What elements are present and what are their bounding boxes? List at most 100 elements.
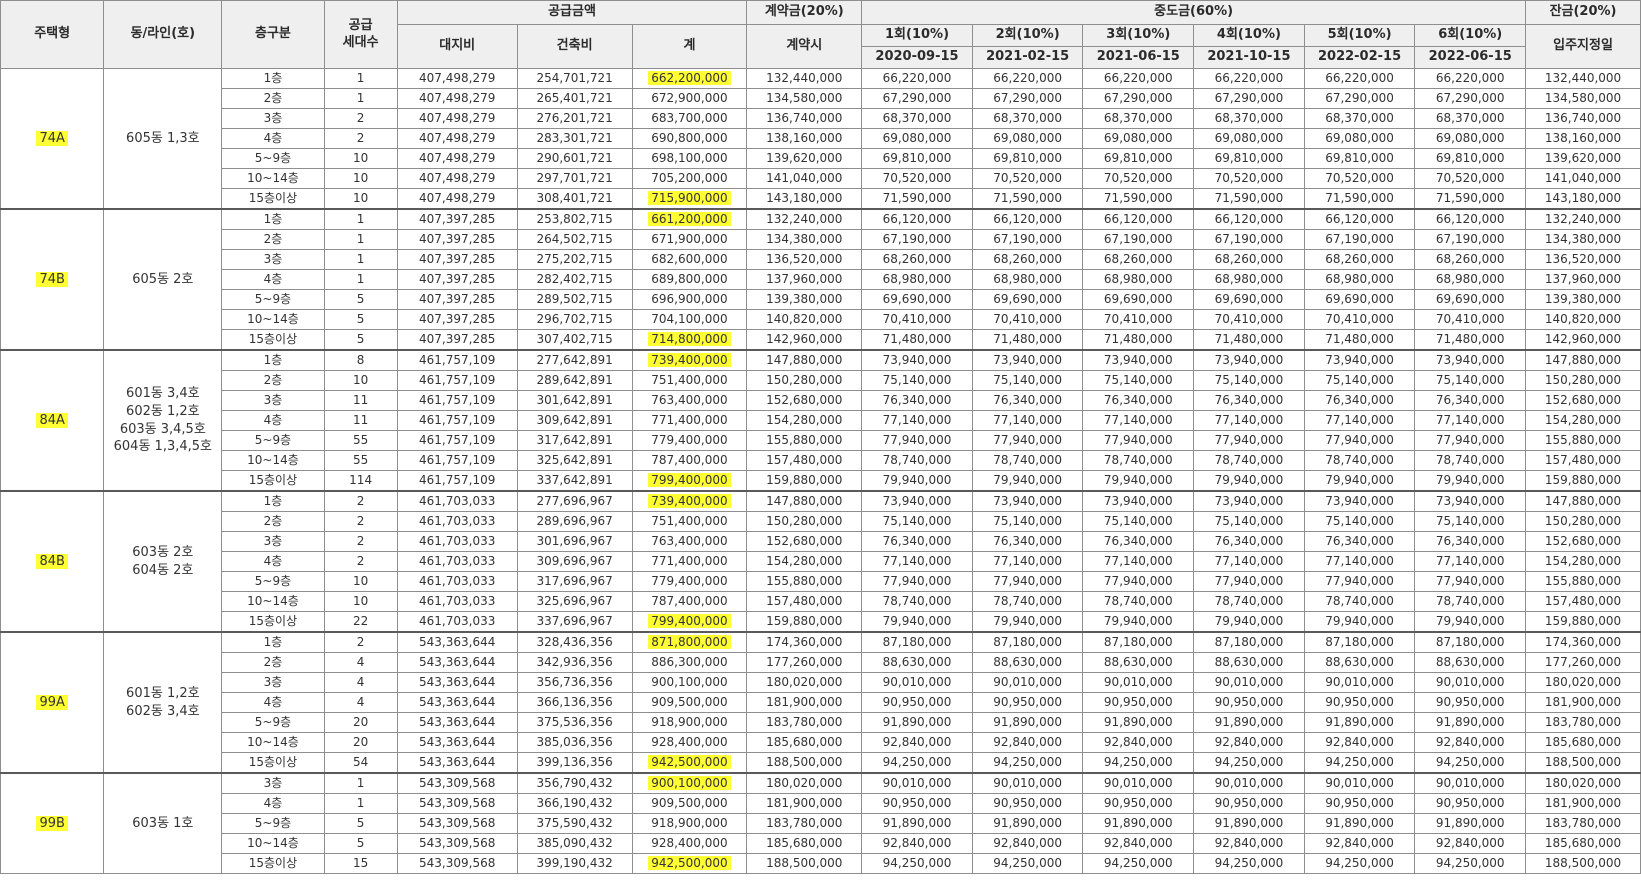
deposit-cell: 136,740,000 — [746, 108, 863, 129]
mid-payment-cell: 76,340,000 — [1082, 390, 1195, 411]
mid-payment-cell: 90,010,000 — [971, 672, 1084, 693]
floor-cell: 15층이상 — [221, 188, 325, 210]
mid-payment-cell: 90,950,000 — [1193, 692, 1305, 713]
total-price-cell: 886,300,000 — [631, 652, 748, 673]
land-cost-cell: 461,757,109 — [396, 470, 518, 492]
mid-payment-cell: 77,940,000 — [1082, 430, 1195, 451]
mid-payment-cell: 66,120,000 — [1082, 208, 1195, 230]
table-row: 10~14층 20 543,363,644 385,036,356 928,400,00… — [1, 732, 1641, 753]
total-price-value: 871,800,000 — [648, 635, 731, 649]
housing-type-label: 74B — [36, 271, 68, 287]
table-row: 15층이상 10 407,498,279 308,401,721 715,900,000… — [1, 188, 1641, 210]
floor-cell: 1층 — [221, 208, 325, 230]
total-price-value: 696,900,000 — [651, 292, 728, 306]
land-cost-cell: 543,363,644 — [396, 652, 518, 673]
header-balance: 잔금(20%) — [1525, 0, 1641, 25]
balance-cell: 159,880,000 — [1525, 611, 1641, 633]
deposit-cell: 136,520,000 — [746, 249, 863, 270]
total-price-cell: 779,400,000 — [631, 430, 748, 451]
total-price-cell: 683,700,000 — [631, 108, 748, 129]
mid-payment-cell: 67,290,000 — [1082, 88, 1195, 109]
dong-line-cell: 601동 3,4호 602동 1,2호 603동 3,4,5호 604동 1,3… — [103, 349, 223, 492]
units-cell: 10 — [323, 168, 398, 189]
mid-payment-cell: 88,630,000 — [1414, 652, 1527, 673]
mid-payment-cell: 66,220,000 — [1193, 68, 1305, 89]
table-row: 3층 4 543,363,644 356,736,356 900,100,000 180,… — [1, 672, 1641, 693]
land-cost-cell: 407,498,279 — [396, 108, 518, 129]
table-row: 4층 1 543,309,568 366,190,432 909,500,000 181,… — [1, 793, 1641, 814]
total-price-value: 918,900,000 — [651, 816, 728, 830]
mid-payment-cell: 69,080,000 — [861, 128, 973, 149]
total-price-value: 771,400,000 — [651, 554, 728, 568]
floor-cell: 4층 — [221, 551, 325, 572]
deposit-cell: 132,240,000 — [746, 208, 863, 230]
mid-payment-cell: 91,890,000 — [1082, 813, 1195, 834]
mid-payment-cell: 77,940,000 — [971, 430, 1084, 451]
mid-payment-cell: 73,940,000 — [1303, 349, 1416, 371]
balance-cell: 136,740,000 — [1525, 108, 1641, 129]
total-price-cell: 682,600,000 — [631, 249, 748, 270]
total-price-value: 705,200,000 — [651, 171, 728, 185]
mid-payment-cell: 90,010,000 — [1193, 672, 1305, 693]
total-price-cell: 918,900,000 — [631, 712, 748, 733]
build-cost-cell: 356,790,432 — [516, 772, 633, 794]
mid-payment-cell: 87,180,000 — [1193, 631, 1305, 653]
total-price-value: 682,600,000 — [651, 252, 728, 266]
units-cell: 1 — [323, 269, 398, 290]
deposit-cell: 183,780,000 — [746, 813, 863, 834]
mid-payment-cell: 94,250,000 — [861, 752, 973, 774]
land-cost-cell: 461,757,109 — [396, 370, 518, 391]
mid-payment-cell: 90,950,000 — [971, 793, 1084, 814]
mid-payment-cell: 77,940,000 — [1414, 571, 1527, 592]
units-cell: 1 — [323, 68, 398, 89]
mid-payment-cell: 69,080,000 — [1303, 128, 1416, 149]
mid-payment-cell: 67,290,000 — [861, 88, 973, 109]
header-supply: 공급금액 — [396, 0, 748, 25]
balance-cell: 150,280,000 — [1525, 370, 1641, 391]
mid-payment-cell: 88,630,000 — [1193, 652, 1305, 673]
mid-payment-cell: 94,250,000 — [1082, 752, 1195, 774]
mid-payment-cell: 75,140,000 — [1193, 370, 1305, 391]
balance-cell: 155,880,000 — [1525, 571, 1641, 592]
total-price-cell: 771,400,000 — [631, 551, 748, 572]
units-cell: 10 — [323, 148, 398, 169]
header-mid-date-2: 2021-02-15 — [971, 46, 1084, 69]
mid-payment-cell: 77,940,000 — [861, 571, 973, 592]
floor-cell: 10~14층 — [221, 309, 325, 330]
units-cell: 10 — [323, 188, 398, 210]
deposit-cell: 181,900,000 — [746, 793, 863, 814]
total-price-value: 942,500,000 — [648, 856, 731, 870]
mid-payment-cell: 68,260,000 — [1303, 249, 1416, 270]
balance-cell: 181,900,000 — [1525, 692, 1641, 713]
deposit-cell: 155,880,000 — [746, 571, 863, 592]
deposit-cell: 185,680,000 — [746, 833, 863, 854]
land-cost-cell: 407,397,285 — [396, 309, 518, 330]
land-cost-cell: 543,309,568 — [396, 813, 518, 834]
mid-payment-cell: 90,010,000 — [1303, 772, 1416, 794]
build-cost-cell: 265,401,721 — [516, 88, 633, 109]
balance-cell: 188,500,000 — [1525, 752, 1641, 774]
floor-cell: 5~9층 — [221, 430, 325, 451]
balance-cell: 147,880,000 — [1525, 490, 1641, 512]
table-row: 4층 4 543,363,644 366,136,356 909,500,000 181,… — [1, 692, 1641, 713]
floor-cell: 4층 — [221, 410, 325, 431]
mid-payment-cell: 70,410,000 — [1193, 309, 1305, 330]
mid-payment-cell: 76,340,000 — [1193, 531, 1305, 552]
mid-payment-cell: 73,940,000 — [971, 349, 1084, 371]
mid-payment-cell: 73,940,000 — [861, 349, 973, 371]
mid-payment-cell: 76,340,000 — [971, 531, 1084, 552]
mid-payment-cell: 91,890,000 — [861, 712, 973, 733]
mid-payment-cell: 91,890,000 — [971, 712, 1084, 733]
total-price-value: 715,900,000 — [648, 191, 731, 205]
total-price-value: 751,400,000 — [651, 373, 728, 387]
balance-cell: 180,020,000 — [1525, 672, 1641, 693]
deposit-cell: 134,580,000 — [746, 88, 863, 109]
total-price-value: 690,800,000 — [651, 131, 728, 145]
mid-payment-cell: 71,590,000 — [1414, 188, 1527, 210]
total-price-cell: 696,900,000 — [631, 289, 748, 310]
mid-payment-cell: 68,260,000 — [971, 249, 1084, 270]
table-row: 10~14층 5 543,309,568 385,090,432 928,400,000… — [1, 833, 1641, 854]
build-cost-cell: 296,702,715 — [516, 309, 633, 330]
deposit-cell: 177,260,000 — [746, 652, 863, 673]
land-cost-cell: 407,397,285 — [396, 289, 518, 310]
